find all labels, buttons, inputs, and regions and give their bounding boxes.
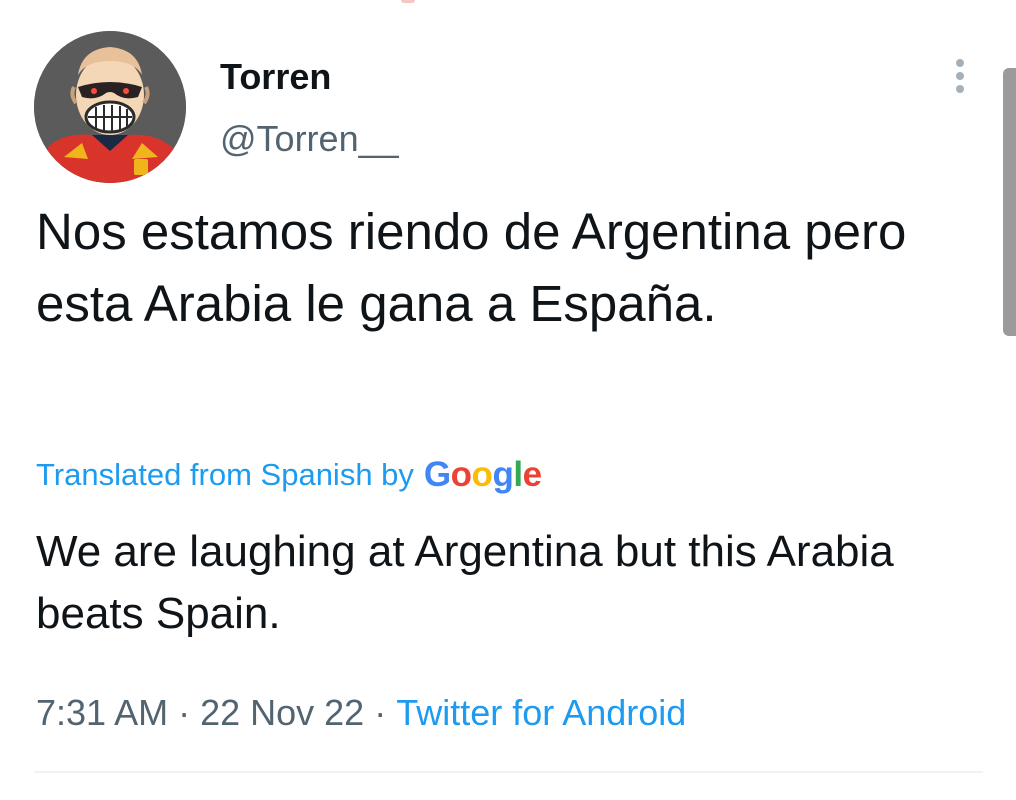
translated-text: We are laughing at Argentina but this Ar… [36,527,894,638]
meta-separator: · [178,692,191,733]
tweet-text: Nos estamos riendo de Argentina pero est… [36,203,907,332]
google-letter: g [492,455,514,494]
more-options-button[interactable] [944,56,976,96]
tweet-date[interactable]: 22 Nov 22 [200,692,364,734]
tweet-meta: 7:31 AM · 22 Nov 22 · Twitter for Androi… [36,688,686,738]
translation-label: Translated from Spanish by [36,457,414,492]
avatar-image [34,31,186,183]
google-logo: Google [424,455,542,495]
divider [34,771,983,773]
more-vertical-icon [956,59,964,93]
translation-attribution[interactable]: Translated from Spanish by Google [36,449,542,501]
tweet-time[interactable]: 7:31 AM [36,692,168,734]
scrollbar[interactable] [1003,68,1016,336]
meta-separator: · [374,692,387,733]
user-handle[interactable]: @Torren__ [220,118,399,160]
google-letter: l [513,455,523,494]
display-name[interactable]: Torren [220,56,331,98]
google-letter: e [522,455,542,494]
google-letter: G [423,455,451,494]
top-accent [401,0,415,3]
google-letter: o [450,455,472,494]
tweet-detail: Torren @Torren__ Nos estamos riendo de A… [0,0,1016,800]
tweet-source[interactable]: Twitter for Android [396,692,686,734]
avatar[interactable] [34,31,186,183]
google-letter: o [471,455,493,494]
